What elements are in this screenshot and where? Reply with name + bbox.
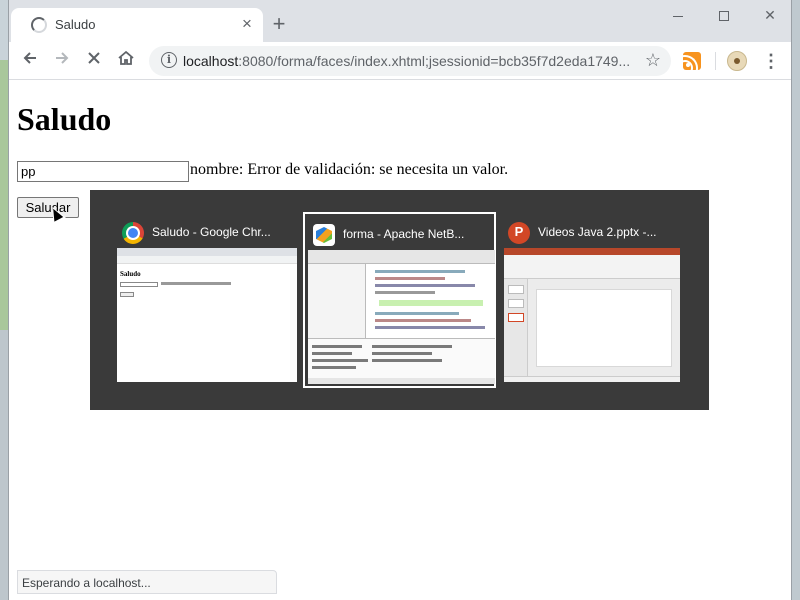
window-thumbnail [504,248,680,382]
close-window-button[interactable]: ✕ [747,0,793,30]
minimize-icon [673,15,683,17]
name-input[interactable] [17,161,189,182]
close-tab-icon[interactable]: × [237,14,257,34]
maximize-icon [719,11,729,22]
switcher-item-title: Saludo - Google Chr... [152,225,271,239]
thumbnail-heading: Saludo [120,270,141,278]
window-thumbnail: Saludo [117,248,297,382]
desktop-left-edge [0,0,8,600]
switcher-item-chrome[interactable]: Saludo - Google Chr... Saludo [114,212,298,388]
switcher-item-title: forma - Apache NetB... [343,227,465,241]
forward-arrow-icon [56,52,69,64]
browser-menu-icon[interactable]: ⋮ [761,50,781,72]
powerpoint-icon [508,222,530,244]
url-path: :8080/forma/faces/index.xhtml;jsessionid… [238,53,631,69]
new-tab-button[interactable]: + [267,12,291,36]
page-title: Saludo [17,101,112,137]
bookmark-star-icon[interactable]: ☆ [645,50,661,71]
rss-feed-icon[interactable] [683,52,701,70]
back-button[interactable] [17,49,43,73]
tab-title: Saludo [55,17,96,32]
switcher-item-title: Videos Java 2.pptx -... [538,225,657,239]
netbeans-icon [313,224,335,246]
validation-error: nombre: Error de validación: se necesita… [190,161,509,178]
window-thumbnail [308,250,495,384]
stop-icon [88,52,100,64]
tab-saludo[interactable]: Saludo × [11,8,263,42]
home-button[interactable] [113,49,139,73]
tab-strip: Saludo × + ✕ [9,0,791,42]
url-host: localhost [183,53,239,69]
address-bar[interactable]: i localhost:8080/forma/faces/index.xhtml… [149,46,671,76]
forward-button[interactable] [49,49,75,73]
loading-spinner-icon [31,17,47,33]
home-icon [118,50,134,65]
back-arrow-icon [23,52,36,64]
desktop-right-edge [792,0,800,600]
stop-loading-button[interactable] [81,49,107,73]
maximize-button[interactable] [701,0,747,30]
toolbar-separator [715,52,716,70]
chrome-icon [122,222,144,244]
browser-toolbar: i localhost:8080/forma/faces/index.xhtml… [9,42,791,80]
url-text[interactable]: localhost:8080/forma/faces/index.xhtml;j… [183,53,631,69]
switcher-item-powerpoint[interactable]: Videos Java 2.pptx -... [500,212,684,388]
site-info-icon[interactable]: i [161,52,177,68]
window-switcher: Saludo - Google Chr... Saludo forma - Ap… [90,190,709,410]
minimize-button[interactable] [655,0,701,30]
switcher-item-netbeans[interactable]: forma - Apache NetB... [303,212,496,388]
extension-icon[interactable] [727,51,747,71]
status-bubble: Esperando a localhost... [17,570,277,594]
